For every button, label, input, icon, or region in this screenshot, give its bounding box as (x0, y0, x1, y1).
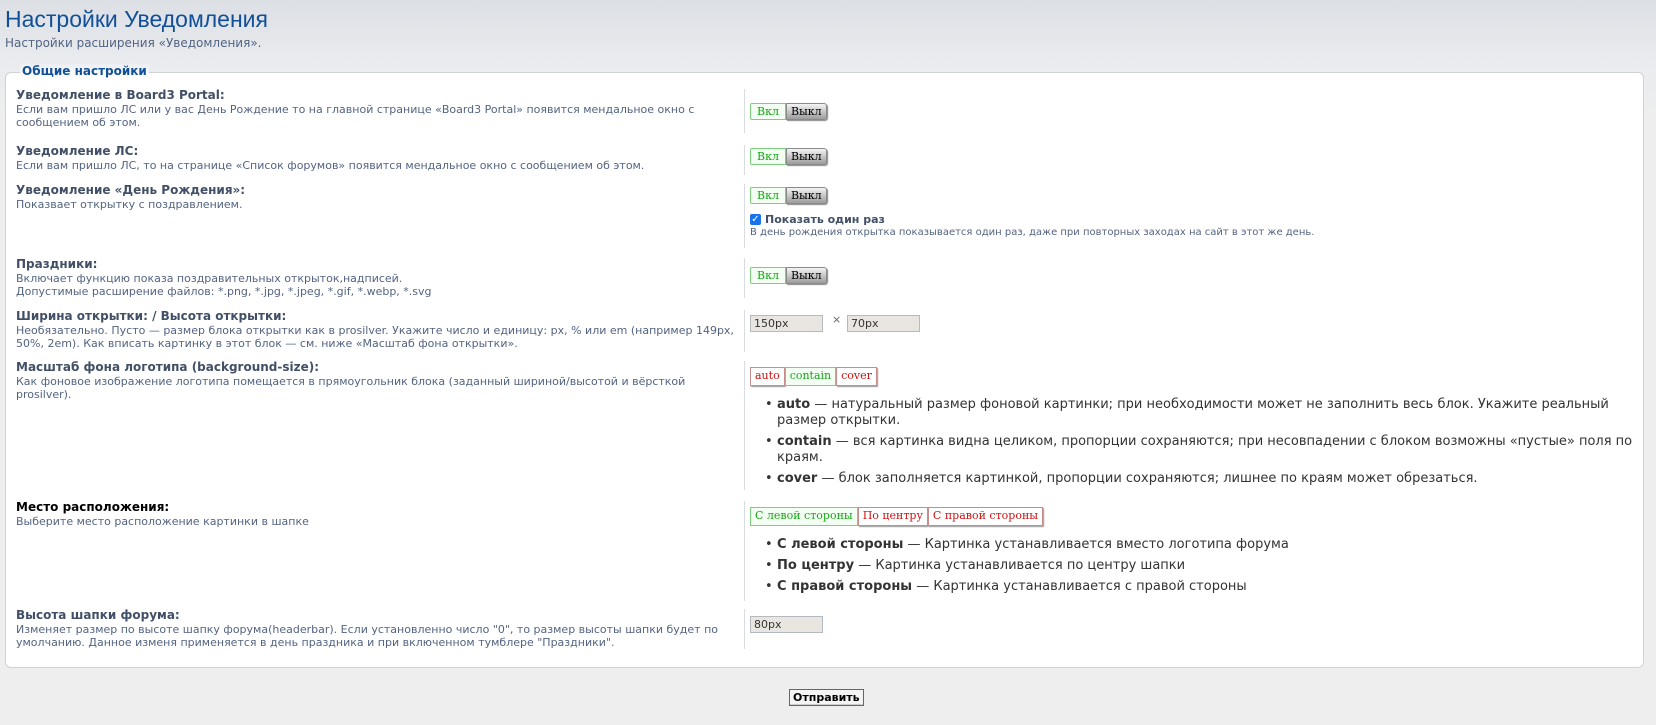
bgsize-controls: auto contain cover (750, 367, 877, 386)
help-term: auto (777, 397, 811, 412)
divider (744, 184, 745, 248)
card-size-setting: Ширина открытки: / Высота открытки: Необ… (16, 309, 736, 351)
bgsize-setting: Масштаб фона логотипа (background-size):… (16, 360, 736, 402)
position-controls: С левой стороны По центру С правой сторо… (750, 507, 1044, 526)
divider (744, 501, 745, 601)
birthday-label: Уведомление «День Рождения»: (16, 183, 246, 197)
position-selector: С левой стороны По центру С правой сторо… (750, 507, 1044, 526)
help-term: С правой стороны (777, 579, 913, 594)
bgsize-description: Как фоновое изображение логотипа помещае… (16, 374, 686, 402)
help-text: — Картинка устанавливается с правой стор… (912, 579, 1247, 594)
toggle-off-button[interactable]: Выкл (785, 187, 827, 204)
help-term: По центру (777, 558, 855, 573)
help-text: — вся картинка видна целиком, пропорции … (777, 434, 1633, 465)
toggle-off-button[interactable]: Выкл (785, 148, 827, 165)
toggle-off-button[interactable]: Выкл (785, 267, 827, 284)
help-term: contain (777, 434, 832, 449)
help-term: cover (777, 471, 818, 486)
portal-toggle: Вкл Выкл (750, 103, 827, 120)
holidays-extensions: Допустимые расширение файлов: *.png, *.j… (16, 285, 432, 298)
help-text: — блок заполняется картинкой, пропорции … (817, 471, 1478, 486)
holidays-label: Праздники: (16, 257, 98, 271)
help-text: — натуральный размер фоновой картинки; п… (777, 397, 1609, 428)
list-item: По центру — Картинка устанавливается по … (765, 558, 1656, 574)
divider (744, 609, 745, 649)
toggle-off-button[interactable]: Выкл (785, 103, 827, 120)
pm-label: Уведомление ЛС: (16, 144, 139, 158)
show-once-option: ✓ Показать один раз (750, 213, 1314, 226)
show-once-label: Показать один раз (765, 213, 885, 226)
divider (744, 310, 745, 352)
toggle-on-button[interactable]: Вкл (750, 267, 786, 284)
list-item: contain — вся картинка видна целиком, пр… (765, 434, 1656, 466)
holidays-setting: Праздники: Включает функцию показа поздр… (16, 257, 736, 299)
holidays-description: Включает функцию показа поздравительных … (16, 271, 403, 285)
help-text: — Картинка устанавливается по центру шап… (854, 558, 1186, 573)
birthday-controls: Вкл Выкл ✓ Показать один раз В день рожд… (750, 187, 1314, 238)
help-term: С левой стороны (777, 537, 904, 552)
size-separator: × (832, 313, 842, 326)
card-height-input[interactable]: 70px (847, 315, 920, 332)
help-text: — Картинка устанавливается вместо логоти… (903, 537, 1289, 552)
header-height-setting: Высота шапки форума: Изменяет размер по … (16, 608, 736, 650)
pm-toggle: Вкл Выкл (750, 148, 827, 165)
submit-button[interactable]: Отправить (789, 689, 864, 706)
divider (744, 89, 745, 133)
show-once-help: В день рождения открытка показывается од… (750, 227, 1315, 238)
card-size-label: Ширина открытки: / Высота открытки: (16, 309, 287, 323)
bgsize-option-cover[interactable]: cover (836, 367, 877, 386)
header-height-label: Высота шапки форума: (16, 608, 180, 622)
position-description: Выберите место расположение картинки в ш… (16, 514, 309, 528)
holidays-toggle: Вкл Выкл (750, 267, 827, 284)
divider (744, 145, 745, 175)
bgsize-label: Масштаб фона логотипа (background-size): (16, 360, 320, 374)
pm-setting: Уведомление ЛС: Если вам пришло ЛС, то н… (16, 144, 736, 172)
header-height-input[interactable]: 80px (750, 616, 823, 633)
fieldset-legend: Общие настройки (20, 64, 149, 78)
position-label: Место расположения: (16, 500, 170, 514)
birthday-description: Показвает открытку с поздравлением. (16, 197, 243, 211)
position-option-right[interactable]: С правой стороны (927, 507, 1044, 526)
position-setting: Место расположения: Выберите место распо… (16, 500, 736, 528)
pm-description: Если вам пришло ЛС, то на странице «Спис… (16, 158, 645, 172)
position-option-left[interactable]: С левой стороны (750, 507, 858, 526)
position-help-list: С левой стороны — Картинка устанавливает… (764, 537, 1656, 600)
page-title: Настройки Уведомления (5, 6, 268, 32)
page-description: Настройки расширения «Уведомления». (5, 36, 262, 50)
header-height-description: Изменяет размер по высоте шапку форума(h… (16, 622, 718, 650)
position-option-center[interactable]: По центру (857, 507, 928, 526)
divider (744, 361, 745, 490)
list-item: auto — натуральный размер фоновой картин… (765, 397, 1656, 429)
portal-label: Уведомление в Board3 Portal: (16, 88, 225, 102)
toggle-on-button[interactable]: Вкл (750, 187, 786, 204)
portal-setting: Уведомление в Board3 Portal: Если вам пр… (16, 88, 736, 130)
bgsize-option-contain[interactable]: contain (784, 367, 837, 386)
show-once-checkbox[interactable]: ✓ (750, 214, 761, 225)
birthday-setting: Уведомление «День Рождения»: Показвает о… (16, 183, 736, 211)
portal-description: Если вам пришло ЛС или у вас День Рожден… (16, 102, 695, 130)
bgsize-option-auto[interactable]: auto (750, 367, 785, 386)
bgsize-help-list: auto — натуральный размер фоновой картин… (764, 397, 1656, 492)
list-item: С левой стороны — Картинка устанавливает… (765, 537, 1656, 553)
list-item: С правой стороны — Картинка устанавливае… (765, 579, 1656, 595)
card-width-input[interactable]: 150px (750, 315, 823, 332)
bgsize-selector: auto contain cover (750, 367, 877, 386)
list-item: cover — блок заполняется картинкой, проп… (765, 471, 1656, 487)
card-size-description: Необязательно. Пусто — размер блока откр… (16, 323, 734, 351)
toggle-on-button[interactable]: Вкл (750, 103, 786, 120)
toggle-on-button[interactable]: Вкл (750, 148, 786, 165)
divider (744, 258, 745, 298)
